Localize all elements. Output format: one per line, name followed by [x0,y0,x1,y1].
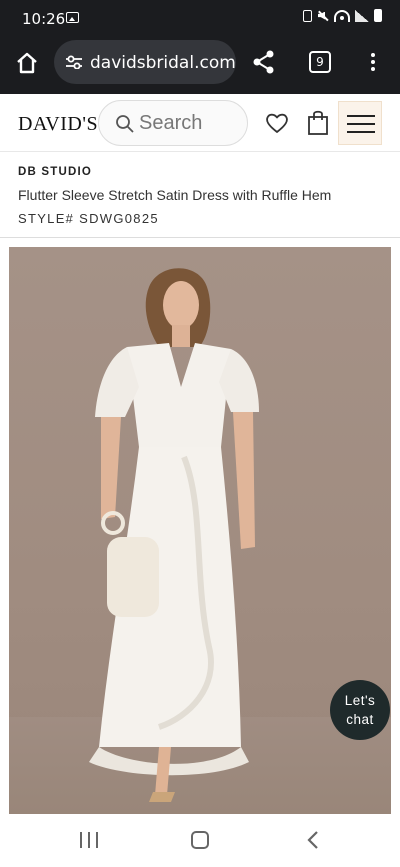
home-nav-icon[interactable] [191,831,209,849]
recents-icon[interactable] [80,832,98,848]
product-brand[interactable]: DB STUDIO [18,166,92,178]
site-header: DAVID'S Search [0,94,400,152]
status-time: 10:26 [22,10,66,28]
tab-switcher-button[interactable]: 9 [309,51,331,73]
search-placeholder: Search [139,112,203,134]
hamburger-menu-icon[interactable] [338,101,382,145]
chat-label-line2: chat [346,712,374,727]
home-icon[interactable] [14,50,40,76]
back-icon[interactable] [306,831,320,849]
signal-icon [355,9,369,22]
gallery-icon [66,12,79,23]
heart-icon[interactable] [264,110,290,136]
product-info: DB STUDIO Flutter Sleeve Stretch Satin D… [0,152,400,238]
status-bar: 10:26 [0,0,400,36]
url-text: davidsbridal.com [90,53,236,73]
chat-label-line1: Let's [344,693,376,708]
status-icons [303,9,382,22]
site-logo[interactable]: DAVID'S [18,113,98,136]
lets-chat-button[interactable]: Let's chat [330,680,390,740]
bag-icon[interactable] [306,108,330,136]
wifi-icon [334,9,350,22]
tune-icon[interactable] [66,55,82,70]
search-icon [115,114,135,134]
browser-toolbar: davidsbridal.com 9 [0,36,400,94]
search-input[interactable]: Search [98,100,248,146]
product-title: Flutter Sleeve Stretch Satin Dress with … [18,187,332,203]
battery-icon [374,9,382,22]
mute-icon [317,10,329,22]
more-vert-icon[interactable] [366,50,380,76]
share-icon[interactable] [250,48,278,76]
browser-chrome: 10:26 davidsbridal.com 9 [0,0,400,94]
lock-icon [303,9,312,22]
android-nav-bar [0,814,400,867]
product-style-number: STYLE# SDWG0825 [18,211,159,226]
url-bar[interactable]: davidsbridal.com [54,40,236,84]
